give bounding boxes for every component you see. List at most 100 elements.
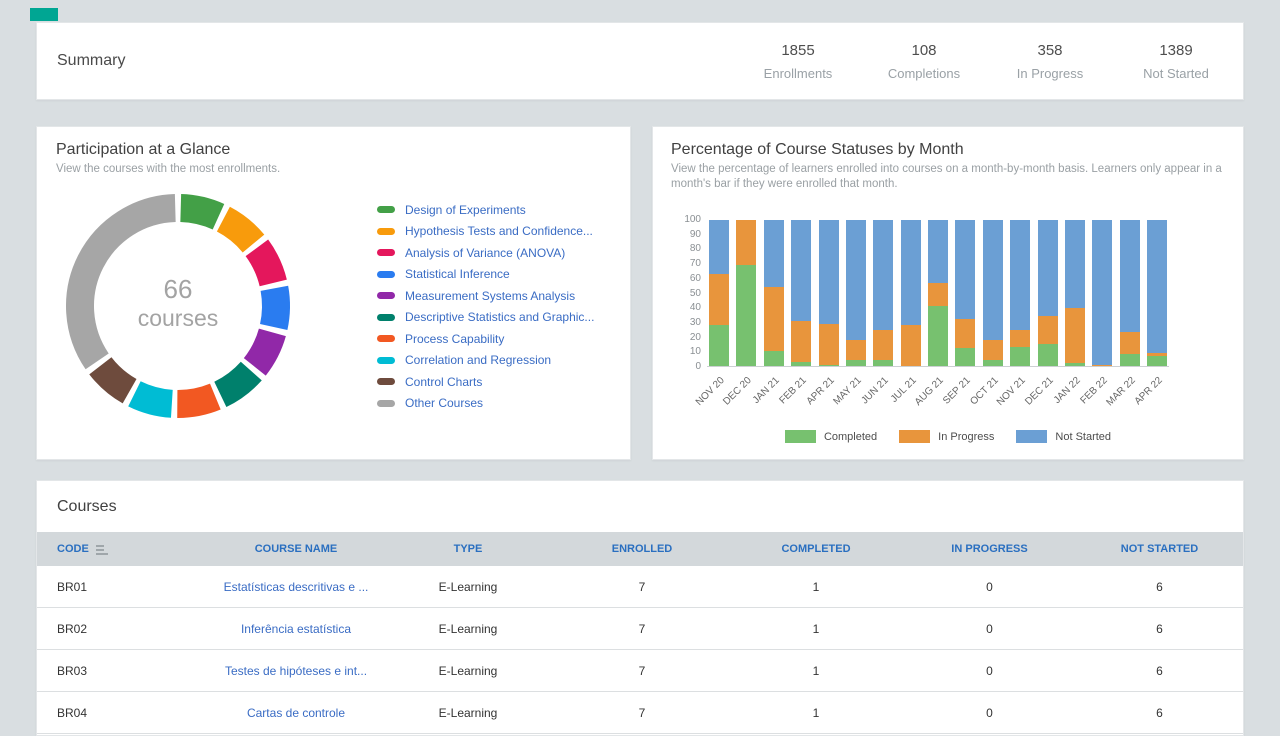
legend-swatch-icon: [785, 430, 816, 443]
stacked-bar: [1147, 220, 1167, 366]
legend-swatch-icon: [377, 335, 395, 342]
bar-segment-in-progress: [983, 340, 1003, 360]
bar-segment-not-started: [1038, 220, 1058, 316]
donut-segment[interactable]: [274, 288, 276, 327]
column-header-completed[interactable]: COMPLETED: [729, 543, 903, 555]
donut-legend-item[interactable]: Process Capability: [377, 332, 594, 345]
column-header-enrolled[interactable]: ENROLLED: [555, 543, 729, 555]
donut-legend-item[interactable]: Measurement Systems Analysis: [377, 289, 594, 302]
stat-label: In Progress: [987, 66, 1113, 81]
bar-segment-completed: [955, 348, 975, 366]
column-header-not-started[interactable]: NOT STARTED: [1076, 543, 1243, 555]
column-header-in-progress[interactable]: IN PROGRESS: [903, 543, 1076, 555]
stacked-bar: [928, 220, 948, 366]
bar-segment-not-started: [928, 220, 948, 283]
bar-segment-not-started: [1065, 220, 1085, 308]
course-name-link[interactable]: Cartas de controle: [211, 706, 381, 720]
stat-enrollments: 1855 Enrollments: [735, 42, 861, 81]
donut-segment[interactable]: [223, 219, 253, 243]
course-type-cell: E-Learning: [381, 580, 555, 594]
stacked-bar: [736, 220, 756, 366]
y-axis-tick-label: 50: [661, 288, 701, 299]
column-header-type[interactable]: TYPE: [381, 543, 555, 555]
donut-segment[interactable]: [255, 332, 273, 367]
legend-swatch-icon: [899, 430, 930, 443]
bar-segment-not-started: [1120, 220, 1140, 332]
legend-item-label[interactable]: Analysis of Variance (ANOVA): [405, 246, 565, 260]
y-axis-tick-label: 30: [661, 317, 701, 328]
sort-icon[interactable]: [96, 545, 108, 554]
table-row: BR03Testes de hipóteses e int...E-Learni…: [37, 650, 1243, 692]
stat-in-progress: 358 In Progress: [987, 42, 1113, 81]
bar-segment-in-progress: [709, 274, 729, 325]
participation-panel: Participation at a Glance View the cours…: [36, 126, 631, 460]
stat-not-started: 1389 Not Started: [1113, 42, 1239, 81]
legend-item-label[interactable]: Statistical Inference: [405, 267, 510, 281]
legend-swatch-icon: [377, 378, 395, 385]
bar-segment-in-progress: [928, 283, 948, 306]
bar-segment-in-progress: [1010, 330, 1030, 348]
donut-legend-item[interactable]: Descriptive Statistics and Graphic...: [377, 311, 594, 324]
legend-item-label: Completed: [824, 431, 877, 443]
course-type-cell: E-Learning: [381, 706, 555, 720]
stat-label: Enrollments: [735, 66, 861, 81]
table-row: BR04Cartas de controleE-Learning7106: [37, 692, 1243, 734]
donut-legend-item[interactable]: Other Courses: [377, 397, 594, 410]
donut-legend-item[interactable]: Statistical Inference: [377, 268, 594, 281]
table-header-row: CODECOURSE NAMETYPEENROLLEDCOMPLETEDIN P…: [37, 532, 1243, 566]
y-axis-tick-label: 0: [661, 361, 701, 372]
bar-legend-item: Not Started: [1016, 430, 1111, 443]
stat-label: Completions: [861, 66, 987, 81]
column-header-course-name[interactable]: COURSE NAME: [211, 543, 381, 555]
course-name-link[interactable]: Inferência estatística: [211, 622, 381, 636]
stacked-bar: [764, 220, 784, 366]
legend-swatch-icon: [377, 292, 395, 299]
in-progress-cell: 0: [903, 622, 1076, 636]
legend-item-label[interactable]: Other Courses: [405, 396, 483, 410]
donut-segment[interactable]: [257, 248, 273, 283]
legend-item-label[interactable]: Descriptive Statistics and Graphic...: [405, 310, 594, 324]
not-started-cell: 6: [1076, 580, 1243, 594]
course-name-link[interactable]: Estatísticas descritivas e ...: [211, 580, 381, 594]
course-type-cell: E-Learning: [381, 622, 555, 636]
course-name-link[interactable]: Testes de hipóteses e int...: [211, 664, 381, 678]
stacked-bar: [1065, 220, 1085, 366]
donut-segment[interactable]: [177, 397, 215, 404]
legend-item-label: In Progress: [938, 431, 994, 443]
donut-legend: Design of Experiments Hypothesis Tests an…: [377, 203, 594, 410]
donut-legend-item[interactable]: Correlation and Regression: [377, 354, 594, 367]
bar-segment-completed: [1038, 344, 1058, 366]
statuses-subtitle: View the percentage of learners enrolled…: [671, 162, 1227, 192]
bar-segment-in-progress: [1065, 308, 1085, 363]
bar-segment-not-started: [846, 220, 866, 340]
legend-swatch-icon: [1016, 430, 1047, 443]
donut-segment[interactable]: [100, 366, 129, 391]
bar-segment-in-progress: [791, 321, 811, 362]
donut-legend-item[interactable]: Hypothesis Tests and Confidence...: [377, 225, 594, 238]
donut-segment[interactable]: [181, 208, 219, 217]
stacked-bar: [846, 220, 866, 366]
column-header-code[interactable]: CODE: [37, 543, 211, 555]
donut-legend-item[interactable]: Analysis of Variance (ANOVA): [377, 246, 594, 259]
legend-item-label: Not Started: [1055, 431, 1111, 443]
legend-item-label[interactable]: Correlation and Regression: [405, 353, 551, 367]
bar-segment-completed: [736, 265, 756, 366]
legend-item-label[interactable]: Process Capability: [405, 332, 504, 346]
donut-segment[interactable]: [220, 371, 251, 394]
legend-swatch-icon: [377, 228, 395, 235]
donut-center-label: 66 courses: [98, 275, 258, 332]
y-axis-tick-label: 100: [661, 214, 701, 225]
stat-value: 1389: [1113, 42, 1239, 59]
legend-swatch-icon: [377, 249, 395, 256]
legend-item-label[interactable]: Design of Experiments: [405, 203, 526, 217]
bar-segment-not-started: [709, 220, 729, 274]
legend-item-label[interactable]: Measurement Systems Analysis: [405, 289, 575, 303]
donut-segment[interactable]: [134, 394, 171, 404]
donut-legend-item[interactable]: Design of Experiments: [377, 203, 594, 216]
legend-item-label[interactable]: Hypothesis Tests and Confidence...: [405, 224, 593, 238]
bar-segment-not-started: [955, 220, 975, 319]
bar-segment-not-started: [1010, 220, 1030, 330]
legend-item-label[interactable]: Control Charts: [405, 375, 482, 389]
column-header-label: NOT STARTED: [1121, 543, 1198, 555]
donut-legend-item[interactable]: Control Charts: [377, 375, 594, 388]
